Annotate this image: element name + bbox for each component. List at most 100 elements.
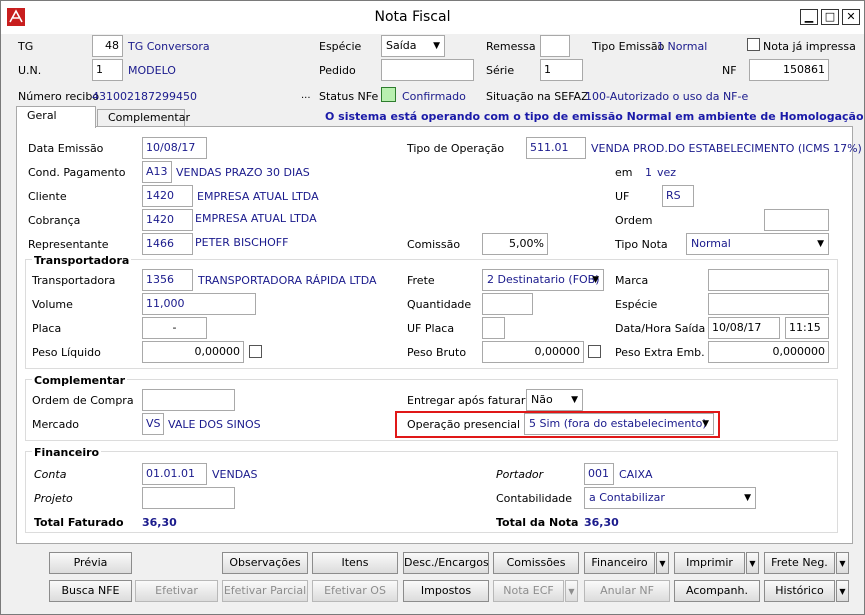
cliente-name: EMPRESA ATUAL LTDA: [197, 190, 319, 203]
operacao-presencial-select[interactable]: 5 Sim (fora do estabelecimento) ▼: [524, 413, 714, 435]
uf-placa-input[interactable]: [482, 317, 505, 339]
recibo-more-button[interactable]: ...: [301, 90, 311, 101]
complementar-title: Complementar: [32, 374, 128, 387]
mercado-input[interactable]: VS: [142, 413, 164, 435]
especie-label: Espécie: [319, 40, 362, 53]
serie-input[interactable]: 1: [540, 59, 583, 81]
tipo-emissao-label: Tipo Emissão: [592, 40, 665, 53]
comissoes-button[interactable]: Comissões: [493, 552, 579, 574]
minimize-button[interactable]: ▁: [800, 9, 818, 25]
remessa-input[interactable]: [540, 35, 570, 57]
chevron-down-icon: ▼: [744, 493, 751, 503]
close-button[interactable]: ✕: [842, 9, 860, 25]
volume-input[interactable]: 11,000: [142, 293, 256, 315]
previa-button[interactable]: Prévia: [49, 552, 132, 574]
peso-bruto-input[interactable]: 0,00000: [482, 341, 584, 363]
maximize-button[interactable]: □: [821, 9, 839, 25]
marca-input[interactable]: [708, 269, 829, 291]
mercado-name: VALE DOS SINOS: [168, 418, 261, 431]
tg-input[interactable]: 48: [92, 35, 123, 57]
efetivar-button[interactable]: Efetivar: [135, 580, 218, 602]
ordem-label: Ordem: [615, 214, 653, 227]
especie-select[interactable]: Saída ▼: [381, 35, 445, 57]
portador-label: Portador: [496, 468, 544, 481]
efetivar-parcial-button[interactable]: Efetivar Parcial: [222, 580, 308, 602]
historico-button[interactable]: Histórico: [764, 580, 835, 602]
conta-input[interactable]: 01.01.01: [142, 463, 207, 485]
tab-geral[interactable]: Geral: [16, 106, 96, 128]
un-input[interactable]: 1: [92, 59, 123, 81]
uf-label: UF: [615, 190, 630, 203]
impostos-button[interactable]: Impostos: [403, 580, 489, 602]
peso-extra-input[interactable]: 0,000000: [708, 341, 829, 363]
pedido-input[interactable]: [381, 59, 474, 81]
nota-ecf-button[interactable]: Nota ECF: [493, 580, 564, 602]
cliente-input[interactable]: 1420: [142, 185, 193, 207]
portador-name: CAIXA: [619, 468, 653, 481]
tab-complementar[interactable]: Complementar: [97, 109, 190, 127]
especie-vol-input[interactable]: [708, 293, 829, 315]
nota-impressa-label: Nota já impressa: [763, 40, 856, 53]
peso-bruto-checkbox[interactable]: [588, 345, 601, 358]
frete-neg-button[interactable]: Frete Neg.: [764, 552, 835, 574]
data-emissao-input[interactable]: 10/08/17: [142, 137, 207, 159]
acompanh-button[interactable]: Acompanh.: [674, 580, 760, 602]
hora-saida-input[interactable]: 11:15: [785, 317, 829, 339]
ordem-input[interactable]: [764, 209, 829, 231]
status-nfe-value: Confirmado: [402, 90, 466, 103]
financeiro-dropdown-button[interactable]: ▼: [656, 552, 669, 574]
uf-input[interactable]: RS: [662, 185, 694, 207]
frete-select[interactable]: 2 Destinatario (FOB) ▼: [482, 269, 604, 291]
frete-neg-dropdown-button[interactable]: ▼: [836, 552, 849, 574]
transportadora-label: Transportadora: [32, 274, 116, 287]
nota-impressa-checkbox[interactable]: [747, 38, 760, 51]
desc-encargos-button[interactable]: Desc./Encargos: [403, 552, 489, 574]
tipo-operacao-desc: VENDA PROD.DO ESTABELECIMENTO (ICMS 17%): [591, 142, 862, 155]
representante-input[interactable]: 1466: [142, 233, 193, 255]
conta-name: VENDAS: [212, 468, 258, 481]
portador-input[interactable]: 001: [584, 463, 614, 485]
projeto-input[interactable]: [142, 487, 235, 509]
cobranca-label: Cobrança: [28, 214, 81, 227]
nota-fiscal-window: Nota Fiscal ▁ □ ✕ TG 48 TG Conversora Es…: [0, 0, 865, 615]
ordem-compra-input[interactable]: [142, 389, 235, 411]
cond-pagamento-desc: VENDAS PRAZO 30 DIAS: [176, 166, 310, 179]
cobranca-input[interactable]: 1420: [142, 209, 193, 231]
busca-nfe-button[interactable]: Busca NFE: [49, 580, 132, 602]
comissao-input[interactable]: 5,00%: [482, 233, 548, 255]
entregar-select[interactable]: Não ▼: [526, 389, 583, 411]
quantidade-input[interactable]: [482, 293, 533, 315]
especie-value: Saída: [386, 39, 417, 52]
tipo-nota-select[interactable]: Normal ▼: [686, 233, 829, 255]
historico-dropdown-button[interactable]: ▼: [836, 580, 849, 602]
sefaz-value: 100-Autorizado o uso da NF-e: [585, 90, 749, 103]
peso-liquido-checkbox[interactable]: [249, 345, 262, 358]
nota-ecf-dropdown-button[interactable]: ▼: [565, 580, 578, 602]
tg-label: TG: [18, 40, 34, 53]
imprimir-button[interactable]: Imprimir: [674, 552, 745, 574]
caret-down-icon: ▼: [659, 559, 666, 568]
status-nfe-label: Status NFe: [319, 90, 379, 103]
data-saida-input[interactable]: 10/08/17: [708, 317, 780, 339]
contabilidade-value: a Contabilizar: [589, 491, 665, 504]
contabilidade-select[interactable]: a Contabilizar ▼: [584, 487, 756, 509]
tipo-operacao-input[interactable]: 511.01: [526, 137, 586, 159]
cliente-label: Cliente: [28, 190, 67, 203]
nf-label: NF: [722, 64, 737, 77]
observacoes-button[interactable]: Observações: [222, 552, 308, 574]
total-nota-value: 36,30: [584, 516, 619, 529]
cond-pagamento-input[interactable]: A13: [142, 161, 172, 183]
sefaz-label: Situação na SEFAZ: [486, 90, 589, 103]
itens-button[interactable]: Itens: [312, 552, 398, 574]
efetivar-os-button[interactable]: Efetivar OS: [312, 580, 398, 602]
mercado-label: Mercado: [32, 418, 80, 431]
financeiro-button[interactable]: Financeiro: [584, 552, 655, 574]
anular-nf-button[interactable]: Anular NF: [584, 580, 670, 602]
quantidade-label: Quantidade: [407, 298, 472, 311]
transportadora-input[interactable]: 1356: [142, 269, 193, 291]
placa-input[interactable]: -: [142, 317, 207, 339]
chevron-down-icon: ▼: [433, 41, 440, 51]
imprimir-dropdown-button[interactable]: ▼: [746, 552, 759, 574]
peso-liquido-input[interactable]: 0,00000: [142, 341, 244, 363]
nf-input[interactable]: 150861: [749, 59, 829, 81]
